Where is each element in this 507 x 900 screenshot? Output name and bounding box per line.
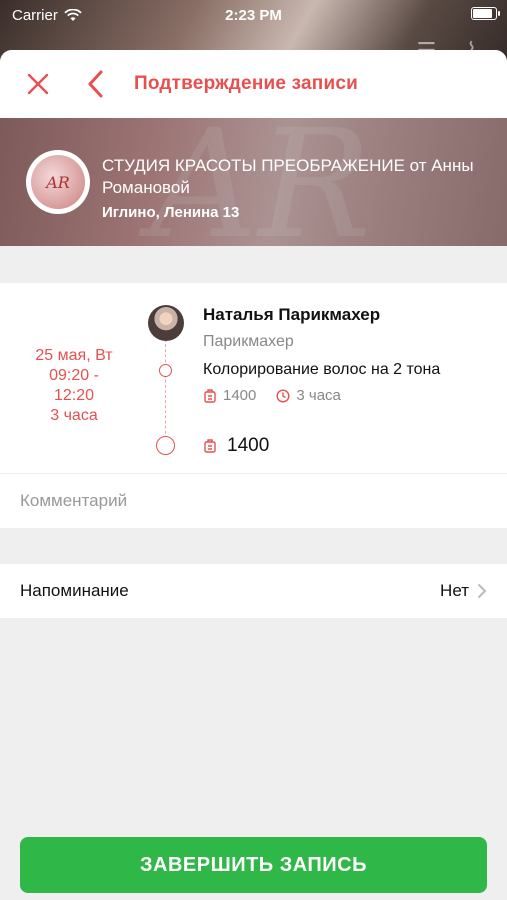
reminder-row[interactable]: Напоминание Нет	[0, 564, 507, 618]
reminder-label: Напоминание	[20, 581, 129, 600]
back-chevron-icon[interactable]	[86, 70, 106, 98]
booking-date: 25 мая, Вт	[35, 347, 113, 364]
salon-logo: AR	[26, 150, 90, 214]
reminder-value: Нет	[440, 581, 469, 600]
total-price: 1400	[227, 435, 270, 456]
page-title: Подтверждение записи	[134, 73, 358, 94]
comment-input[interactable]: Комментарий	[0, 474, 507, 528]
booking-duration: 3 часа	[50, 407, 98, 424]
master-role: Парикмахер	[203, 333, 294, 350]
booking-details: 25 мая, Вт 09:20 - 12:20 3 часа Наталья …	[0, 283, 507, 473]
salon-logo-text: AR	[31, 155, 85, 209]
booking-time-range: 09:20 - 12:20	[49, 367, 99, 404]
nav-bar: Подтверждение записи	[0, 50, 507, 118]
timeline-dot	[159, 364, 172, 377]
status-bar: Carrier 2:23 PM	[0, 0, 507, 30]
price-tag-icon	[204, 439, 216, 453]
salon-name: СТУДИЯ КРАСОТЫ ПРЕОБРАЖЕНИЕ от Анны Рома…	[102, 156, 474, 197]
comment-placeholder: Комментарий	[20, 491, 128, 510]
salon-address: Иглино, Ленина 13	[102, 204, 240, 221]
booking-datetime: 25 мая, Вт 09:20 - 12:20 3 часа	[20, 346, 128, 426]
booking-total: 1400	[203, 435, 269, 457]
service-name: Колорирование волос на 2 тона	[203, 361, 441, 378]
battery-icon	[471, 7, 500, 20]
price-tag-icon	[204, 388, 216, 403]
service-duration: 3 часа	[296, 387, 341, 404]
booking-sheet: Подтверждение записи AR AR СТУДИЯ КРАСОТ…	[0, 50, 507, 900]
master-name: Наталья Парикмахер	[203, 305, 381, 324]
timeline-line	[165, 339, 166, 449]
service-price: 1400	[223, 387, 257, 404]
salon-header[interactable]: AR AR СТУДИЯ КРАСОТЫ ПРЕОБРАЖЕНИЕ от Анн…	[0, 118, 507, 246]
chevron-right-icon	[478, 584, 486, 598]
service-meta: 1400 3 часа	[203, 387, 341, 404]
master-avatar	[148, 305, 184, 341]
timeline-end-dot	[156, 436, 175, 455]
status-time: 2:23 PM	[225, 6, 282, 24]
clock-icon	[276, 388, 290, 403]
close-icon[interactable]	[26, 72, 50, 96]
finish-booking-button[interactable]: ЗАВЕРШИТЬ ЗАПИСЬ	[20, 837, 487, 893]
